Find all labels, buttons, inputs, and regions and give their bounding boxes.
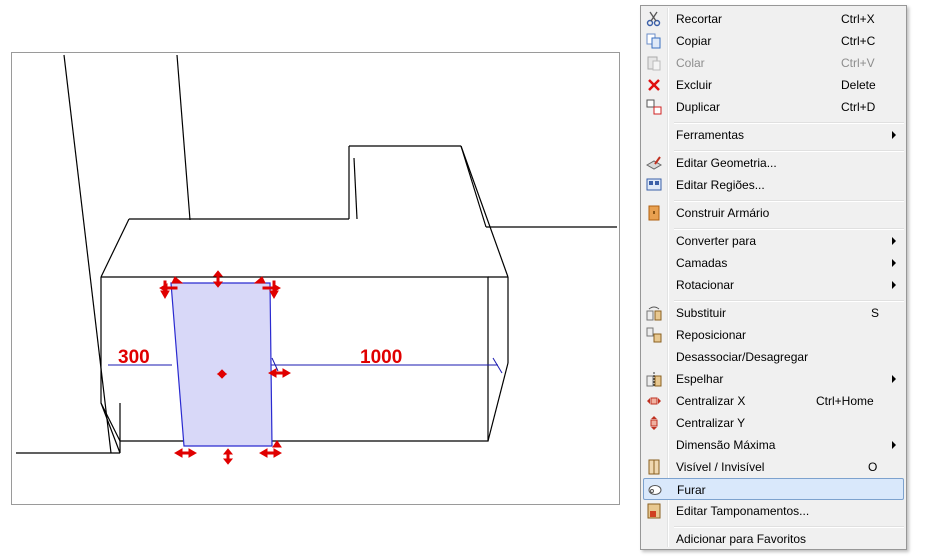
menu-item-rotate[interactable]: Rotacionar (643, 274, 904, 296)
menu-item-replace[interactable]: Substituir S (643, 302, 904, 324)
menu-item-paste[interactable]: Colar Ctrl+V (643, 52, 904, 74)
submenu-arrow-icon (892, 441, 896, 449)
copy-icon (646, 33, 662, 49)
menu-item-drill[interactable]: Furar (643, 478, 904, 500)
menu-item-duplicate[interactable]: Duplicar Ctrl+D (643, 96, 904, 118)
paste-icon (646, 55, 662, 71)
menu-item-max-dimension[interactable]: Dimensão Máxima (643, 434, 904, 456)
center-y-icon (646, 415, 662, 431)
drill-icon (647, 482, 663, 498)
submenu-arrow-icon (892, 131, 896, 139)
duplicate-icon (646, 99, 662, 115)
menu-item-build-cabinet[interactable]: Construir Armário (643, 202, 904, 224)
menu-item-center-y[interactable]: Centralizar Y (643, 412, 904, 434)
scene-lines (16, 54, 617, 454)
menu-item-mirror[interactable]: Espelhar (643, 368, 904, 390)
submenu-arrow-icon (892, 259, 896, 267)
delete-x-icon (646, 77, 662, 93)
selected-panel[interactable] (170, 282, 273, 447)
submenu-arrow-icon (892, 237, 896, 245)
menu-item-edit-geometry[interactable]: Editar Geometria... (643, 152, 904, 174)
edit-caps-icon (646, 503, 662, 519)
cabinet-icon (646, 205, 662, 221)
scene-drawing (16, 54, 617, 465)
menu-item-reposition[interactable]: Reposicionar (643, 324, 904, 346)
dimension-label-left: 300 (118, 347, 150, 368)
menu-item-layers[interactable]: Camadas (643, 252, 904, 274)
replace-icon (646, 305, 662, 321)
menu-item-copy[interactable]: Copiar Ctrl+C (643, 30, 904, 52)
menu-item-convert-to[interactable]: Converter para (643, 230, 904, 252)
center-x-icon (646, 393, 662, 409)
visibility-icon (646, 459, 662, 475)
dimension-label-right: 1000 (360, 347, 403, 368)
submenu-arrow-icon (892, 375, 896, 383)
menu-item-edit-caps[interactable]: Editar Tamponamentos... (643, 500, 904, 522)
menu-item-tools[interactable]: Ferramentas (643, 124, 904, 146)
scissors-icon (646, 11, 662, 27)
menu-item-cut[interactable]: Recortar Ctrl+X (643, 8, 904, 30)
3d-viewport[interactable]: 300 1000 (11, 52, 620, 505)
edit-geometry-icon (645, 155, 663, 171)
reposition-icon (646, 327, 662, 343)
menu-item-edit-regions[interactable]: Editar Regiões... (643, 174, 904, 196)
menu-item-center-x[interactable]: Centralizar X Ctrl+Home (643, 390, 904, 412)
edit-regions-icon (646, 177, 662, 193)
menu-item-add-favorites[interactable]: Adicionar para Favoritos (643, 528, 904, 550)
dimension-lines (108, 357, 503, 374)
context-menu: Recortar Ctrl+X Copiar Ctrl+C Colar Ctrl… (640, 5, 907, 550)
menu-item-disassociate[interactable]: Desassociar/Desagregar (643, 346, 904, 368)
menu-item-delete[interactable]: Excluir Delete (643, 74, 904, 96)
submenu-arrow-icon (892, 281, 896, 289)
mirror-icon (646, 371, 662, 387)
menu-item-visibility[interactable]: Visível / Invisível O (643, 456, 904, 478)
